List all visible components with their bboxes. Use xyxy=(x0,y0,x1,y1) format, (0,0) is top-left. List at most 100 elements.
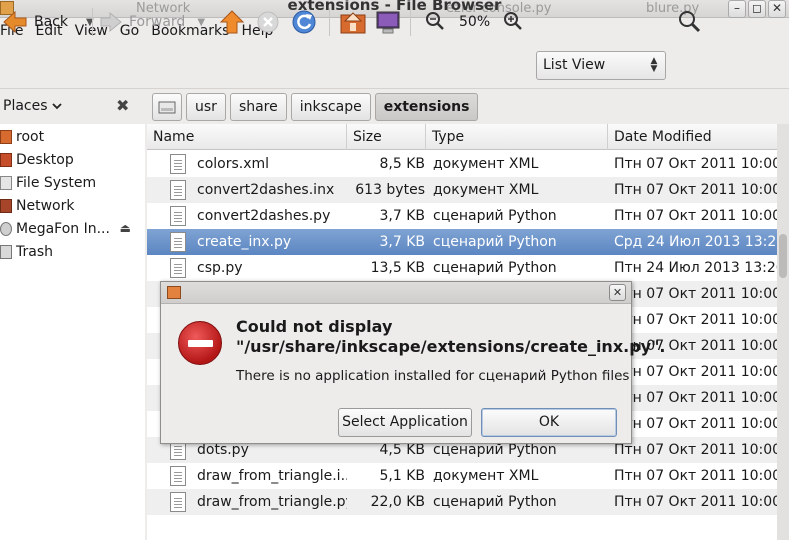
back-button[interactable]: Back ▼ xyxy=(2,8,94,36)
file-date: Птн 07 Окт 2011 10:00:0 xyxy=(614,156,777,172)
view-mode-select[interactable]: List View ▲ ▼ xyxy=(536,51,666,80)
zoom-out-button[interactable] xyxy=(425,8,445,36)
file-type: сценарий Python xyxy=(433,234,557,250)
table-row[interactable]: convert2dashes.py 3,7 KB сценарий Python Пт… xyxy=(147,203,777,229)
file-size: 22,0 KB xyxy=(370,494,425,510)
file-date: Птн 07 Окт 2011 10:00:0 xyxy=(614,182,777,198)
sidebar-item-label: File System xyxy=(16,175,97,191)
places-label: Places xyxy=(3,98,48,114)
column-header-type[interactable]: Type xyxy=(426,124,608,150)
close-window-button[interactable]: ✕ xyxy=(768,0,786,18)
file-size: 8,5 KB xyxy=(379,156,426,172)
error-dialog: ✕ Could not display "/usr/share/inkscape… xyxy=(160,281,666,444)
search-button[interactable] xyxy=(678,8,702,36)
trash-icon xyxy=(0,245,12,259)
breadcrumb: usr share inkscape extensions xyxy=(152,93,479,121)
dialog-title-bar: ✕ xyxy=(161,282,631,304)
stop-button[interactable] xyxy=(256,8,280,36)
select-application-button[interactable]: Select Application xyxy=(338,408,472,437)
breadcrumb-inkscape[interactable]: inkscape xyxy=(290,93,371,121)
minimize-button[interactable]: – xyxy=(728,0,746,18)
sidebar-item-megafon[interactable]: MegaFon In... ⏏ xyxy=(0,218,145,240)
file-type: сценарий Python xyxy=(433,260,557,276)
column-header-name[interactable]: Name xyxy=(147,124,347,150)
table-row[interactable]: create_inx.py 3,7 KB сценарий Python Срд 24… xyxy=(147,229,777,255)
drive-icon xyxy=(0,222,12,236)
table-row[interactable]: colors.xml 8,5 KB документ XML Птн 07 Окт 2… xyxy=(147,151,777,177)
up-button[interactable] xyxy=(219,8,245,36)
sidebar-item-label: MegaFon In... xyxy=(16,221,110,237)
file-icon xyxy=(170,206,186,226)
close-sidebar-icon[interactable]: ✖ xyxy=(116,96,129,115)
breadcrumb-share[interactable]: share xyxy=(229,93,287,121)
file-type: сценарий Python xyxy=(433,494,557,510)
file-size: 5,1 KB xyxy=(379,468,426,484)
vertical-scrollbar[interactable] xyxy=(777,124,789,540)
computer-button[interactable] xyxy=(374,8,402,36)
file-name: draw_from_triangle.py xyxy=(197,494,347,510)
eject-icon[interactable]: ⏏ xyxy=(120,221,131,235)
sidebar: root Desktop File System Network MegaFon… xyxy=(0,124,145,540)
file-size: 3,7 KB xyxy=(379,208,426,224)
breadcrumb-usr[interactable]: usr xyxy=(186,93,226,121)
breadcrumb-filesystem[interactable] xyxy=(152,93,182,121)
drive-icon xyxy=(158,101,176,114)
dialog-close-icon[interactable]: ✕ xyxy=(609,284,626,301)
filesystem-icon xyxy=(0,176,12,190)
table-row[interactable]: convert2dashes.inx 613 bytes документ XML П… xyxy=(147,177,777,203)
column-header-size[interactable]: Size xyxy=(347,124,426,150)
file-date: Птн 07 Окт 2011 10:00:0 xyxy=(614,468,777,484)
toolbar-separator xyxy=(410,8,411,36)
file-icon xyxy=(170,466,186,486)
table-row[interactable]: draw_from_triangle.py 22,0 KB сценарий Pyt… xyxy=(147,489,777,515)
table-row[interactable]: csp.py 13,5 KB сценарий Python Птн 24 Июл 2… xyxy=(147,255,777,281)
file-size: 13,5 KB xyxy=(370,260,425,276)
sidebar-item-label: root xyxy=(16,129,45,145)
file-date: Птн 07 Окт 2011 10:00:0 xyxy=(614,364,777,380)
sidebar-item-desktop[interactable]: Desktop xyxy=(0,149,145,171)
dialog-app-icon xyxy=(167,286,181,299)
stop-icon xyxy=(257,11,279,33)
file-date: Птн 07 Окт 2011 10:00:0 xyxy=(614,286,777,302)
back-arrow-icon xyxy=(3,10,27,34)
forward-label: Forward xyxy=(129,14,186,30)
error-icon xyxy=(178,321,222,365)
dialog-headline: Could not display "/usr/share/inkscape/e… xyxy=(236,317,666,356)
sidebar-item-label: Network xyxy=(16,198,75,214)
file-date: Птн 07 Окт 2011 10:00:0 xyxy=(614,494,777,510)
file-icon xyxy=(170,258,186,278)
updown-chevron-icon: ▲ ▼ xyxy=(650,56,658,74)
forward-history-chevron-icon[interactable]: ▼ xyxy=(197,17,205,28)
maximize-button[interactable]: ◻ xyxy=(748,0,766,18)
forward-button[interactable]: Forward ▼ xyxy=(99,8,205,36)
computer-icon xyxy=(376,11,400,34)
file-name: convert2dashes.py xyxy=(197,208,331,224)
sidebar-item-file-system[interactable]: File System xyxy=(0,172,145,194)
ok-button[interactable]: OK xyxy=(481,408,617,437)
column-header-date[interactable]: Date Modified xyxy=(608,124,777,150)
table-row[interactable]: draw_from_triangle.i... 5,1 KB документ XM… xyxy=(147,463,777,489)
file-type: документ XML xyxy=(433,156,539,172)
desktop-icon xyxy=(0,153,12,167)
file-size: 613 bytes xyxy=(355,182,425,198)
breadcrumb-extensions[interactable]: extensions xyxy=(374,93,479,121)
home-folder-icon xyxy=(340,12,366,34)
file-type: документ XML xyxy=(433,468,539,484)
reload-button[interactable] xyxy=(291,8,317,36)
sidebar-item-trash[interactable]: Trash xyxy=(0,241,145,263)
file-name: draw_from_triangle.i... xyxy=(197,468,347,484)
sidebar-item-root[interactable]: root xyxy=(0,126,145,148)
column-header-row: Name Size Type Date Modified xyxy=(147,124,777,150)
sidebar-item-label: Trash xyxy=(16,244,53,260)
sidebar-item-network[interactable]: Network xyxy=(0,195,145,217)
scrollbar-thumb[interactable] xyxy=(779,234,787,278)
dialog-message: There is no application installed for сц… xyxy=(236,368,630,384)
sidebar-item-label: Desktop xyxy=(16,152,74,168)
file-icon xyxy=(170,492,186,512)
network-icon xyxy=(0,199,12,213)
file-icon xyxy=(170,154,186,174)
chevron-down-icon xyxy=(51,103,62,110)
file-date: Птн 07 Окт 2011 10:00:0 xyxy=(614,442,777,458)
home-button[interactable] xyxy=(339,8,367,36)
zoom-in-button[interactable] xyxy=(503,8,523,36)
